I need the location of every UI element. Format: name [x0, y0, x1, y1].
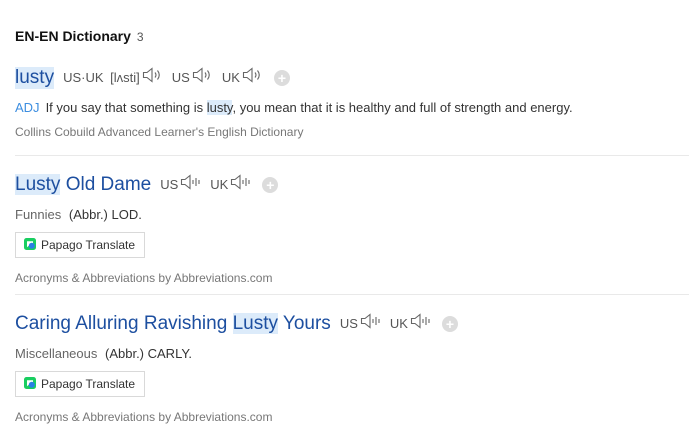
word-rest: Old Dame	[60, 173, 152, 195]
entry-lusty-old-dame: Lusty Old Dame US UK + Funnies (Abbr.) L…	[15, 173, 689, 285]
part-of-speech: ADJ	[15, 100, 40, 115]
source-label: Acronyms & Abbreviations by Abbreviation…	[15, 410, 273, 424]
abbreviation-text: (Abbr.) LOD.	[68, 207, 142, 222]
uk-label: UK	[221, 70, 240, 85]
result-count: 3	[136, 30, 144, 44]
papago-translate-button[interactable]: Papago Translate	[15, 232, 146, 258]
definition: ADJ If you say that something is lusty, y…	[15, 100, 689, 115]
dictionary-header: EN-EN Dictionary 3	[15, 28, 144, 44]
definition-text-start: If you say that something is	[45, 100, 207, 115]
word-highlight: Lusty	[232, 312, 278, 334]
source-label: Acronyms & Abbreviations by Abbreviation…	[15, 271, 273, 285]
papago-translate-button[interactable]: Papago Translate	[15, 371, 146, 397]
divider	[15, 155, 689, 156]
definition-text-end: , you mean that it is healthy and full o…	[232, 100, 573, 115]
dictionary-title: EN-EN Dictionary	[15, 28, 131, 44]
speaker-lines-icon[interactable]	[230, 173, 252, 196]
add-to-wordbook-plus-icon[interactable]: +	[273, 69, 290, 86]
speaker-icon[interactable]	[192, 66, 214, 89]
speaker-icon[interactable]	[242, 66, 264, 89]
speaker-icon[interactable]	[142, 66, 164, 89]
word-highlight: Lusty	[15, 173, 61, 195]
speaker-lines-icon[interactable]	[360, 312, 382, 335]
word-end: Yours	[277, 312, 331, 334]
us-label: US	[339, 316, 358, 331]
us-label: US	[160, 177, 179, 192]
word-start: Caring Alluring Ravishing	[15, 312, 233, 334]
entry-word[interactable]: Caring Alluring Ravishing Lusty Yours	[15, 312, 331, 335]
entry-word[interactable]: lusty	[15, 66, 55, 89]
definition-highlight: lusty	[206, 100, 233, 115]
abbreviation-text: (Abbr.) CARLY.	[105, 346, 192, 361]
category-label: Miscellaneous	[15, 346, 98, 361]
papago-translate-label: Papago Translate	[41, 238, 136, 252]
source-label: Collins Cobuild Advanced Learner's Engli…	[15, 125, 304, 139]
papago-logo-icon	[24, 376, 36, 392]
speaker-lines-icon[interactable]	[180, 173, 202, 196]
add-to-wordbook-plus-icon[interactable]: +	[441, 315, 458, 332]
entry-word[interactable]: Lusty Old Dame	[15, 173, 152, 196]
speaker-lines-icon[interactable]	[410, 312, 432, 335]
add-to-wordbook-plus-icon[interactable]: +	[262, 176, 279, 193]
pron-region-label: US·UK	[63, 70, 104, 85]
pronunciation: US·UK [lʌsti]	[63, 70, 140, 85]
papago-translate-label: Papago Translate	[41, 377, 136, 391]
category-label: Funnies	[15, 207, 62, 222]
entry-carly: Caring Alluring Ravishing Lusty Yours US…	[15, 312, 689, 424]
definition: Miscellaneous (Abbr.) CARLY.	[15, 346, 689, 361]
papago-logo-icon	[24, 237, 36, 253]
uk-label: UK	[210, 177, 229, 192]
definition: Funnies (Abbr.) LOD.	[15, 207, 689, 222]
divider	[15, 294, 689, 295]
uk-label: UK	[389, 316, 408, 331]
us-label: US	[171, 70, 190, 85]
entry-lusty: lusty US·UK [lʌsti] US UK + ADJ If you sa…	[15, 66, 689, 139]
phonetic-text: [lʌsti]	[110, 70, 140, 85]
